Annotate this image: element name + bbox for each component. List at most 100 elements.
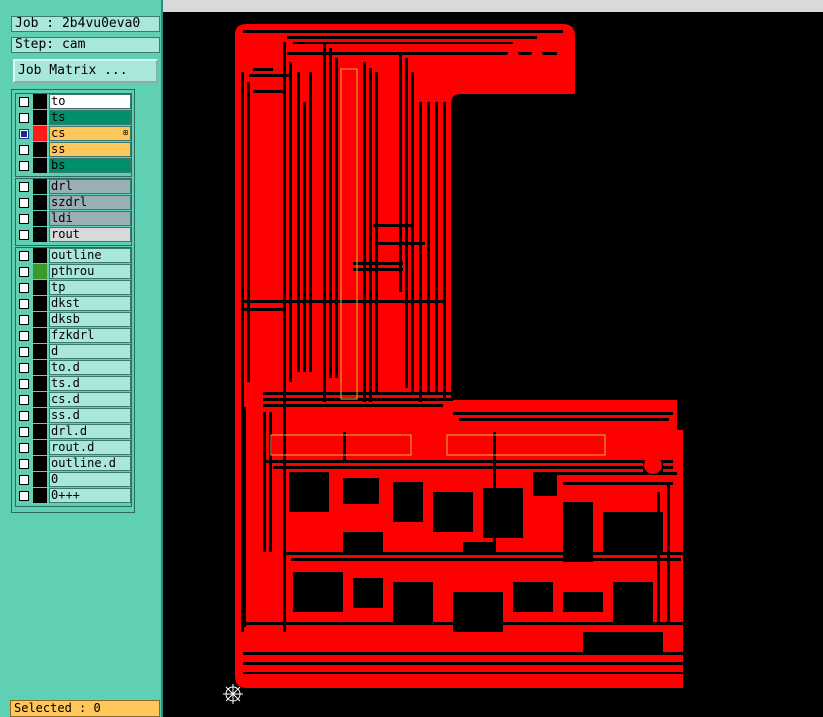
pcb-graphics-canvas[interactable]: [163, 12, 823, 717]
layer-row-0-[interactable]: 0+++: [16, 488, 131, 504]
layer-checkbox[interactable]: [19, 145, 29, 155]
layer-checkbox[interactable]: [19, 214, 29, 224]
layer-row-tp[interactable]: tp: [16, 280, 131, 296]
layer-color-swatch[interactable]: [33, 376, 47, 391]
layer-row-ts[interactable]: ts: [16, 110, 131, 126]
layer-checkbox[interactable]: [19, 395, 29, 405]
layer-color-swatch[interactable]: [33, 248, 47, 263]
layer-name[interactable]: d: [49, 344, 131, 359]
layer-color-swatch[interactable]: [33, 344, 47, 359]
layer-color-swatch[interactable]: [33, 211, 47, 226]
layer-row-ss-d[interactable]: ss.d: [16, 408, 131, 424]
layer-row-d[interactable]: d: [16, 344, 131, 360]
layer-name[interactable]: 0+++: [49, 488, 131, 503]
layer-name[interactable]: bs: [49, 158, 131, 173]
layer-name[interactable]: rout.d: [49, 440, 131, 455]
layer-name[interactable]: to.d: [49, 360, 131, 375]
layer-row-cs-d[interactable]: cs.d: [16, 392, 131, 408]
layer-color-swatch[interactable]: [33, 280, 47, 295]
layer-color-swatch[interactable]: [33, 94, 47, 109]
layer-checkbox[interactable]: [19, 491, 29, 501]
layer-name[interactable]: to: [49, 94, 131, 109]
layer-name[interactable]: ts.d: [49, 376, 131, 391]
layer-name[interactable]: cs.d: [49, 392, 131, 407]
layer-name[interactable]: ss: [49, 142, 131, 157]
layer-color-swatch[interactable]: [33, 142, 47, 157]
layer-name[interactable]: drl: [49, 179, 131, 194]
layer-checkbox[interactable]: [19, 443, 29, 453]
layer-checkbox[interactable]: [19, 161, 29, 171]
layer-name[interactable]: drl.d: [49, 424, 131, 439]
layer-row-pthrou[interactable]: pthrou: [16, 264, 131, 280]
layer-row-szdrl[interactable]: szdrl: [16, 195, 131, 211]
layer-checkbox[interactable]: [19, 230, 29, 240]
layer-checkbox[interactable]: [19, 198, 29, 208]
layer-name[interactable]: tp: [49, 280, 131, 295]
layer-name[interactable]: pthrou: [49, 264, 131, 279]
layer-checkbox[interactable]: [19, 182, 29, 192]
layer-checkbox[interactable]: [19, 363, 29, 373]
layer-name[interactable]: ldi: [49, 211, 131, 226]
layer-color-swatch[interactable]: [33, 424, 47, 439]
layer-name[interactable]: cs ⊞: [49, 126, 131, 141]
layer-name[interactable]: outline.d: [49, 456, 131, 471]
layer-color-swatch[interactable]: [33, 328, 47, 343]
layer-color-swatch[interactable]: [33, 488, 47, 503]
layer-checkbox[interactable]: [19, 459, 29, 469]
layer-row-drl[interactable]: drl: [16, 179, 131, 195]
layer-row-ss[interactable]: ss: [16, 142, 131, 158]
layer-name[interactable]: fzkdrl: [49, 328, 131, 343]
layer-color-swatch[interactable]: [33, 456, 47, 471]
layer-checkbox[interactable]: [19, 427, 29, 437]
layer-color-swatch[interactable]: [33, 392, 47, 407]
layer-row-bs[interactable]: bs: [16, 158, 131, 174]
layer-checkbox[interactable]: [19, 379, 29, 389]
layer-row-to[interactable]: to: [16, 94, 131, 110]
layer-row-outline-d[interactable]: outline.d: [16, 456, 131, 472]
layer-row-cs[interactable]: cs ⊞: [16, 126, 131, 142]
layer-row-rout[interactable]: rout: [16, 227, 131, 243]
layer-color-swatch[interactable]: [33, 195, 47, 210]
job-matrix-button[interactable]: Job Matrix ...: [13, 59, 158, 83]
layer-name[interactable]: dksb: [49, 312, 131, 327]
layer-row-to-d[interactable]: to.d: [16, 360, 131, 376]
layer-color-swatch[interactable]: [33, 472, 47, 487]
layer-checkbox[interactable]: [19, 299, 29, 309]
layer-color-swatch[interactable]: [33, 264, 47, 279]
layer-checkbox[interactable]: [19, 251, 29, 261]
layer-checkbox[interactable]: [19, 97, 29, 107]
layer-row-0[interactable]: 0: [16, 472, 131, 488]
layer-color-swatch[interactable]: [33, 179, 47, 194]
layer-color-swatch[interactable]: [33, 360, 47, 375]
layer-color-swatch[interactable]: [33, 408, 47, 423]
layer-row-rout-d[interactable]: rout.d: [16, 440, 131, 456]
layer-color-swatch[interactable]: [33, 227, 47, 242]
layer-checkbox[interactable]: [19, 267, 29, 277]
layer-color-swatch[interactable]: [33, 440, 47, 455]
layer-name[interactable]: szdrl: [49, 195, 131, 210]
layer-color-swatch[interactable]: [33, 158, 47, 173]
layer-row-ldi[interactable]: ldi: [16, 211, 131, 227]
layer-checkbox[interactable]: [19, 113, 29, 123]
layer-row-outline[interactable]: outline: [16, 248, 131, 264]
layer-name[interactable]: dkst: [49, 296, 131, 311]
layer-checkbox[interactable]: [19, 283, 29, 293]
layer-checkbox[interactable]: [19, 129, 29, 139]
layer-color-swatch[interactable]: [33, 110, 47, 125]
layer-row-ts-d[interactable]: ts.d: [16, 376, 131, 392]
layer-color-swatch[interactable]: [33, 312, 47, 327]
layer-name[interactable]: ts: [49, 110, 131, 125]
layer-checkbox[interactable]: [19, 331, 29, 341]
layer-checkbox[interactable]: [19, 475, 29, 485]
layer-color-swatch[interactable]: [33, 126, 47, 141]
layer-color-swatch[interactable]: [33, 296, 47, 311]
layer-name[interactable]: rout: [49, 227, 131, 242]
layer-checkbox[interactable]: [19, 411, 29, 421]
layer-row-dksb[interactable]: dksb: [16, 312, 131, 328]
layer-checkbox[interactable]: [19, 347, 29, 357]
layer-name[interactable]: outline: [49, 248, 131, 263]
layer-name[interactable]: 0: [49, 472, 131, 487]
layer-name[interactable]: ss.d: [49, 408, 131, 423]
layer-row-dkst[interactable]: dkst: [16, 296, 131, 312]
layer-row-fzkdrl[interactable]: fzkdrl: [16, 328, 131, 344]
